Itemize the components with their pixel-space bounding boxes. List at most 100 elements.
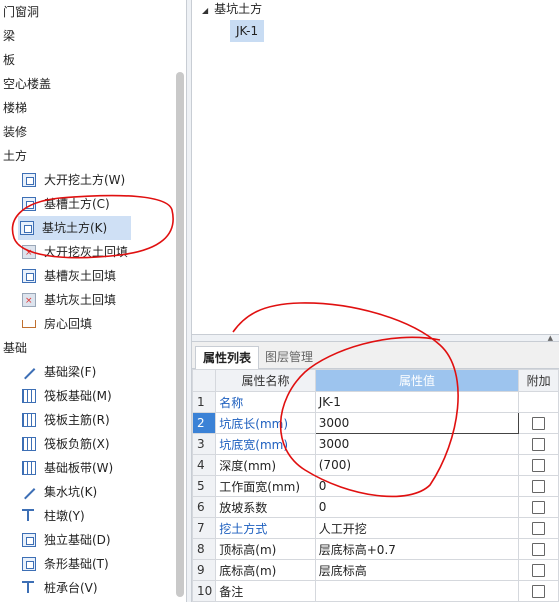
- tree-category[interactable]: 门窗洞: [3, 0, 39, 24]
- extra-cell: [518, 454, 559, 476]
- row-number[interactable]: 3: [192, 433, 217, 455]
- property-value[interactable]: 0: [314, 475, 520, 497]
- extra-cell: [518, 517, 559, 539]
- tree-category[interactable]: 楼梯: [3, 96, 27, 120]
- tree-item-label: 大开挖灰土回填: [44, 245, 129, 259]
- horizontal-splitter[interactable]: ▲: [192, 334, 559, 342]
- property-value[interactable]: 层底标高+0.7: [314, 538, 520, 560]
- row-number[interactable]: 7: [192, 517, 217, 539]
- collapse-triangle-icon[interactable]: ◢: [202, 6, 208, 15]
- trench-backfill-icon: [22, 269, 36, 283]
- property-value[interactable]: 层底标高: [314, 559, 520, 581]
- tree-item-selected[interactable]: 基坑土方(K): [18, 216, 131, 240]
- left-tree-scrollbar[interactable]: [176, 72, 184, 597]
- property-row[interactable]: 2 坑底长(mm) 3000: [192, 412, 559, 434]
- tree-item[interactable]: 大开挖土方(W): [20, 168, 184, 192]
- property-row[interactable]: 10 备注: [192, 580, 559, 602]
- extra-checkbox[interactable]: [532, 438, 546, 451]
- tree-item-label: 基坑土方(K): [42, 221, 108, 235]
- property-value[interactable]: 0: [314, 496, 520, 518]
- tree-item[interactable]: 筏板基础(M): [20, 384, 184, 408]
- tree-item[interactable]: 大开挖灰土回填: [20, 240, 184, 265]
- tab-layer-management[interactable]: 图层管理: [258, 346, 320, 368]
- tab-property-list[interactable]: 属性列表: [195, 346, 260, 370]
- property-row[interactable]: 7 挖土方式 人工开挖: [192, 517, 559, 539]
- tree-item[interactable]: 柱墩(Y): [20, 504, 184, 528]
- property-row[interactable]: 9 底标高(m) 层底标高: [192, 559, 559, 581]
- tree-item[interactable]: 条形基础(T): [20, 552, 184, 576]
- tree-item[interactable]: 集水坑(K): [20, 480, 184, 504]
- tree-item-label: 集水坑(K): [44, 485, 98, 499]
- tree-item[interactable]: 桩承台(V): [20, 576, 184, 600]
- row-number[interactable]: 10: [192, 580, 217, 602]
- row-number[interactable]: 8: [192, 538, 217, 560]
- extra-checkbox[interactable]: [532, 543, 546, 556]
- pin-icon[interactable]: ▲: [548, 334, 553, 342]
- room-backfill-icon: [22, 320, 36, 328]
- property-row[interactable]: 3 坑底宽(mm) 3000: [192, 433, 559, 455]
- property-value[interactable]: 人工开挖: [314, 517, 520, 539]
- tree-item-label: 筏板负筋(X): [44, 437, 110, 451]
- extra-checkbox[interactable]: [532, 585, 546, 598]
- extra-header: 附加: [518, 369, 559, 392]
- component-tree-node[interactable]: JK-1: [230, 20, 265, 42]
- extra-checkbox[interactable]: [532, 501, 546, 514]
- tree-item[interactable]: 独立基础(D): [20, 528, 184, 552]
- tree-item-label: 基槽土方(C): [44, 197, 110, 211]
- tree-category[interactable]: 装修: [3, 120, 27, 144]
- extra-checkbox[interactable]: [532, 480, 546, 493]
- tree-item[interactable]: 基槽灰土回填: [20, 264, 184, 288]
- property-row[interactable]: 4 深度(mm) (700): [192, 454, 559, 476]
- property-row[interactable]: 8 顶标高(m) 层底标高+0.7: [192, 538, 559, 560]
- tree-item[interactable]: 房心回填: [20, 312, 184, 336]
- property-value[interactable]: JK-1: [314, 391, 520, 413]
- extra-checkbox[interactable]: [532, 522, 546, 535]
- extra-checkbox[interactable]: [532, 459, 546, 472]
- row-number[interactable]: 2: [192, 412, 217, 434]
- tree-category[interactable]: 基础: [3, 336, 27, 360]
- tree-item-label: 条形基础(T): [44, 557, 109, 571]
- property-row[interactable]: 5 工作面宽(mm) 0: [192, 475, 559, 497]
- raft-foundation-icon: [22, 389, 36, 403]
- property-value[interactable]: (700): [314, 454, 520, 476]
- tree-item[interactable]: 基坑灰土回填: [20, 288, 184, 313]
- row-number[interactable]: 9: [192, 559, 217, 581]
- tree-item-label: 房心回填: [44, 317, 93, 331]
- property-value[interactable]: 3000: [314, 412, 520, 434]
- tree-item[interactable]: 筏板主筋(R): [20, 408, 184, 432]
- excavation-icon: [22, 173, 36, 187]
- tree-item[interactable]: 基础梁(F): [20, 360, 184, 384]
- slab-strip-icon: [22, 461, 36, 475]
- pit-backfill-icon: [22, 289, 36, 313]
- extra-cell: [518, 538, 559, 560]
- property-name: 坑底长(mm): [215, 412, 316, 434]
- tree-category[interactable]: 梁: [3, 24, 15, 48]
- extra-checkbox[interactable]: [532, 564, 546, 577]
- property-name: 挖土方式: [215, 517, 316, 539]
- column-pier-icon: [22, 509, 34, 521]
- property-value[interactable]: 3000: [314, 433, 520, 455]
- tree-category[interactable]: 板: [3, 48, 15, 72]
- tree-item[interactable]: 筏板负筋(X): [20, 432, 184, 456]
- row-number[interactable]: 4: [192, 454, 217, 476]
- component-type-tree: 门窗洞梁板空心楼盖楼梯装修土方大开挖土方(W) 基槽土方(C) 基坑土方(K) 大开挖…: [0, 0, 186, 602]
- tree-item[interactable]: 基槽土方(C): [20, 192, 184, 216]
- property-name: 深度(mm): [215, 454, 316, 476]
- property-name: 底标高(m): [215, 559, 316, 581]
- property-row[interactable]: 6 放坡系数 0: [192, 496, 559, 518]
- row-number[interactable]: 5: [192, 475, 217, 497]
- property-row[interactable]: 1 名称 JK-1: [192, 391, 559, 413]
- property-name-header: 属性名称: [215, 369, 316, 392]
- component-tree-root-label: 基坑土方: [214, 2, 263, 16]
- row-number[interactable]: 1: [192, 391, 217, 413]
- tree-item-label: 基础板带(W): [44, 461, 114, 475]
- property-name: 顶标高(m): [215, 538, 316, 560]
- row-number[interactable]: 6: [192, 496, 217, 518]
- tree-category[interactable]: 土方: [3, 144, 27, 168]
- pile-cap-icon: [22, 581, 34, 593]
- tree-item[interactable]: 基础板带(W): [20, 456, 184, 480]
- tree-category[interactable]: 空心楼盖: [3, 72, 51, 96]
- property-value[interactable]: [314, 580, 520, 602]
- extra-checkbox[interactable]: [532, 417, 546, 430]
- component-tree-root[interactable]: ◢ 基坑土方: [202, 0, 262, 20]
